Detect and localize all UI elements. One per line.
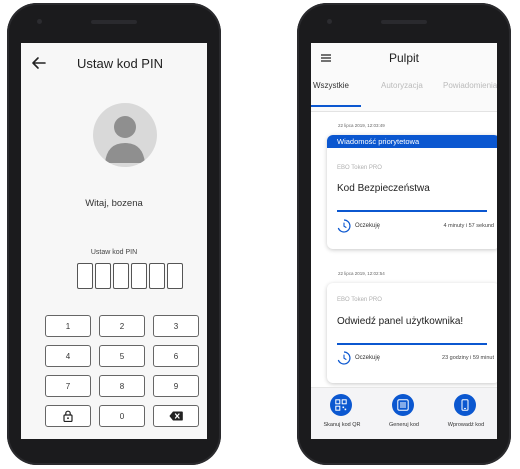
notification-title: Odwiedź panel użytkownika!: [337, 316, 464, 327]
key-6[interactable]: 6: [153, 345, 199, 367]
pin-digit-box[interactable]: [95, 263, 111, 289]
phone-icon: [454, 394, 476, 416]
dashboard-screen: Pulpit Wszystkie Autoryzacja Powiadomien…: [311, 43, 497, 439]
clock-icon: [337, 219, 351, 233]
tab-wszystkie[interactable]: Wszystkie: [313, 81, 349, 90]
priority-banner: Wiadomość priorytetowa: [327, 135, 497, 148]
qr-code-icon: [330, 394, 352, 416]
tab-autoryzacja[interactable]: Autoryzacja: [381, 81, 423, 90]
pin-screen: Ustaw kod PIN Witaj, bozena Ustaw kod PI…: [21, 43, 207, 439]
nav-label: Generuj kod: [389, 422, 419, 428]
notification-title: Kod Bezpieczeństwa: [337, 183, 430, 194]
page-title: Pulpit: [388, 51, 420, 65]
user-avatar-icon: [93, 103, 157, 167]
backspace-button[interactable]: [153, 405, 199, 427]
nav-label: Wprowadź kod: [447, 422, 485, 428]
arrow-left-icon[interactable]: [31, 55, 47, 71]
pin-digit-box[interactable]: [149, 263, 165, 289]
key-4[interactable]: 4: [45, 345, 91, 367]
tab-powiadomienia[interactable]: Powiadomienia: [443, 81, 497, 90]
lock-button[interactable]: [45, 405, 91, 427]
phone-right: Pulpit Wszystkie Autoryzacja Powiadomien…: [297, 3, 511, 465]
nav-scan-qr[interactable]: Skanuj kod QR: [311, 388, 373, 439]
notification-timestamp: 22 lipca 2019, 12:02:54: [338, 271, 385, 276]
pin-header: Ustaw kod PIN: [21, 43, 207, 85]
speaker-top: [91, 20, 137, 24]
keypad: 1 2 3 4 5 6 7 8 9 0: [45, 315, 207, 427]
lock-icon: [63, 410, 73, 422]
notification-source: EBO Token PRO: [337, 297, 382, 303]
bottom-navigation: Skanuj kod QR Generuj kod Wprowadź kod: [311, 387, 497, 439]
key-3[interactable]: 3: [153, 315, 199, 337]
nav-generate-code[interactable]: Generuj kod: [373, 388, 435, 439]
progress-bar: [337, 210, 487, 212]
app-bar: Pulpit Wszystkie Autoryzacja Powiadomien…: [311, 43, 497, 112]
pin-label: Ustaw kod PIN: [90, 249, 138, 256]
notification-card[interactable]: EBO Token PRO Odwiedź panel użytkownika!…: [327, 283, 497, 383]
key-7[interactable]: 7: [45, 375, 91, 397]
pin-digit-box[interactable]: [113, 263, 129, 289]
notification-card[interactable]: Wiadomość priorytetowa EBO Token PRO Kod…: [327, 135, 497, 249]
pin-digit-box[interactable]: [131, 263, 147, 289]
notification-timestamp: 22 lipca 2019, 12:03:49: [338, 123, 385, 128]
progress-bar: [337, 343, 487, 345]
time-remaining: 23 godziny i 59 minut: [442, 355, 494, 361]
pin-digit-box[interactable]: [167, 263, 183, 289]
nav-enter-code[interactable]: Wprowadź kod: [435, 388, 497, 439]
status-text: Oczekuję: [355, 223, 381, 229]
time-remaining: 4 minuty i 57 sekund: [443, 223, 494, 229]
speaker-top: [381, 20, 427, 24]
front-camera: [327, 19, 332, 24]
front-camera: [37, 19, 42, 24]
pin-input[interactable]: [77, 263, 183, 289]
active-tab-indicator: [311, 105, 361, 107]
key-9[interactable]: 9: [153, 375, 199, 397]
key-5[interactable]: 5: [99, 345, 145, 367]
key-2[interactable]: 2: [99, 315, 145, 337]
notification-source: EBO Token PRO: [337, 165, 382, 171]
keypad-icon: [392, 394, 414, 416]
backspace-icon: [169, 411, 183, 421]
nav-label: Skanuj kod QR: [323, 422, 361, 428]
key-0[interactable]: 0: [99, 405, 145, 427]
status-text: Oczekuję: [355, 355, 381, 361]
key-8[interactable]: 8: [99, 375, 145, 397]
clock-icon: [337, 351, 351, 365]
page-title: Ustaw kod PIN: [77, 56, 163, 71]
phone-left: Ustaw kod PIN Witaj, bozena Ustaw kod PI…: [7, 3, 221, 465]
greeting-text: Witaj, bozena: [85, 198, 143, 209]
key-1[interactable]: 1: [45, 315, 91, 337]
pin-digit-box[interactable]: [77, 263, 93, 289]
